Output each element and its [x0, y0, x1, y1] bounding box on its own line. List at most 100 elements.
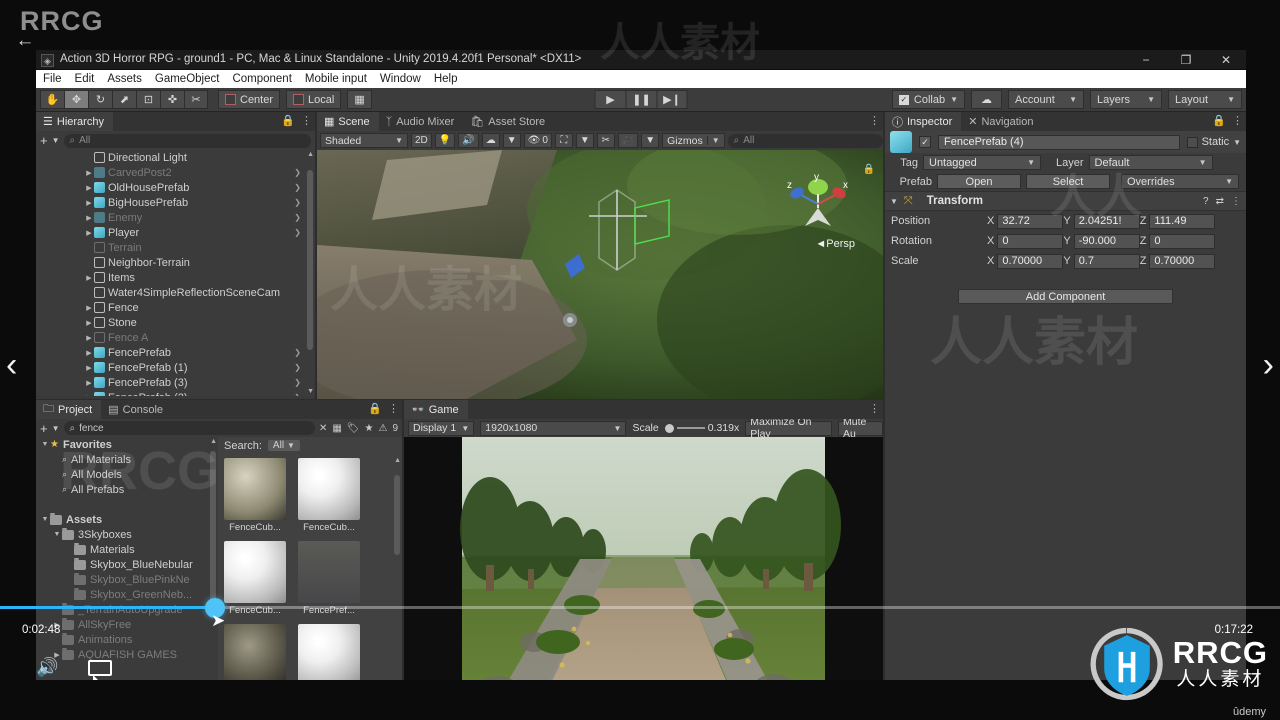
transform-scale-z[interactable]: 0.70000: [1149, 253, 1216, 269]
scroll-up-arrow-icon[interactable]: ▲: [210, 438, 217, 445]
project-tree-item[interactable]: Skybox_BluePinkNe: [36, 572, 218, 587]
menu-item-mobile-input[interactable]: Mobile input: [305, 73, 367, 85]
expand-arrow-icon[interactable]: ▶: [84, 319, 94, 327]
cloud-button[interactable]: ☁: [971, 90, 1002, 109]
create-asset-button[interactable]: +: [40, 421, 48, 436]
prefab-select-button[interactable]: Select: [1026, 174, 1110, 189]
menu-item-assets[interactable]: Assets: [107, 73, 142, 85]
grid-visibility-icon[interactable]: ⛶: [554, 133, 573, 148]
project-folder-tree[interactable]: ▲ ▼ ▼★Favorites⌕All Materials⌕All Models…: [36, 437, 218, 680]
tab-navigation[interactable]: ✕ Navigation: [961, 112, 1042, 131]
asset-item[interactable]: FenceCub...: [224, 541, 286, 616]
expand-arrow-icon[interactable]: ▼: [52, 531, 62, 538]
scene-view-gizmo[interactable]: y z x: [783, 168, 853, 238]
asset-thumbnails[interactable]: FenceCub... FenceCub... FenceCub... FencePr…: [218, 454, 402, 680]
hierarchy-item[interactable]: ▶ FencePrefab ❯: [36, 345, 315, 360]
prefab-open-chevron-icon[interactable]: ❯: [294, 393, 301, 396]
close-button[interactable]: ✕: [1206, 50, 1246, 70]
speaker-icon[interactable]: 🔊: [36, 657, 58, 678]
asset-item[interactable]: [298, 624, 360, 680]
tab-console[interactable]: ▤ Console: [101, 400, 172, 419]
expand-arrow-icon[interactable]: ▼: [40, 441, 50, 448]
account-button[interactable]: Account ▼: [1008, 90, 1084, 109]
prefab-open-chevron-icon[interactable]: ❯: [294, 168, 301, 177]
expand-arrow-icon[interactable]: ▶: [84, 304, 94, 312]
transform-scale-x[interactable]: 0.70000: [997, 253, 1064, 269]
project-tree-item[interactable]: ⌕ All Prefabs: [36, 482, 218, 497]
maximize-button[interactable]: ❐: [1166, 50, 1206, 70]
chevron-down-icon[interactable]: ▼: [641, 133, 660, 148]
project-tree-item[interactable]: ▼ Assets: [36, 512, 218, 527]
hierarchy-item[interactable]: Terrain: [36, 240, 315, 255]
project-asset-grid[interactable]: Search: All ▼ FenceCub... FenceCub... Fenc…: [218, 437, 402, 680]
type-filter-icon[interactable]: ▦: [332, 423, 341, 434]
hierarchy-item[interactable]: ▶ Player ❯: [36, 225, 315, 240]
pause-button[interactable]: ❚❚: [625, 90, 657, 109]
scale-slider[interactable]: 0.319x: [664, 422, 739, 434]
expand-arrow-icon[interactable]: ▶: [84, 184, 94, 192]
resolution-dropdown[interactable]: 1920x1080 ▼: [480, 420, 627, 436]
minimize-button[interactable]: −: [1126, 50, 1166, 70]
transform-position-y[interactable]: 2.04251!: [1073, 213, 1140, 229]
expand-arrow-icon[interactable]: ▶: [84, 379, 94, 387]
chevron-down-icon[interactable]: ▼: [52, 424, 60, 433]
transform-scale-y[interactable]: 0.7: [1073, 253, 1140, 269]
fx-icon[interactable]: ☁: [481, 133, 500, 148]
project-tree-item[interactable]: Animations: [36, 632, 218, 647]
menu-item-edit[interactable]: Edit: [75, 73, 95, 85]
hierarchy-item[interactable]: ▶ Fence A: [36, 330, 315, 345]
project-tree-item[interactable]: ▼ 3Skyboxes: [36, 527, 218, 542]
expand-arrow-icon[interactable]: ▶: [84, 274, 94, 282]
expand-arrow-icon[interactable]: ▶: [84, 394, 94, 397]
scale-tool-icon[interactable]: ⬈: [112, 90, 136, 109]
project-tree-scrollbar[interactable]: [210, 451, 216, 611]
lock-icon[interactable]: 🔒: [368, 402, 382, 415]
menu-item-file[interactable]: File: [43, 73, 62, 85]
kebab-icon[interactable]: ⋮: [301, 114, 312, 127]
asset-item[interactable]: FenceCub...: [298, 458, 360, 533]
prefab-open-button[interactable]: Open: [937, 174, 1021, 189]
project-tree-item[interactable]: ▼ ★ Favorites: [36, 437, 218, 452]
kebab-icon[interactable]: ⋮: [388, 402, 399, 415]
lock-icon[interactable]: 🔒: [1212, 114, 1226, 127]
hierarchy-item[interactable]: ▶ FencePrefab (3) ❯: [36, 375, 315, 390]
transform-rotation-z[interactable]: 0: [1149, 233, 1216, 249]
expand-arrow-icon[interactable]: ▶: [84, 229, 94, 237]
asset-grid-scrollbar[interactable]: [394, 475, 400, 555]
chevron-down-icon[interactable]: ▼: [52, 136, 60, 145]
grid-snap-button[interactable]: ▦: [347, 90, 372, 109]
project-tree-item[interactable]: _TerrainAutoUpgrade: [36, 602, 218, 617]
hierarchy-item[interactable]: ▶ Fence: [36, 300, 315, 315]
project-tree-item[interactable]: ▶ AQUAFISH GAMES: [36, 647, 218, 662]
pivot-mode-button[interactable]: Center: [218, 90, 281, 109]
hierarchy-item[interactable]: Water4SimpleReflectionSceneCam: [36, 285, 315, 300]
bulb-icon[interactable]: 💡: [434, 133, 456, 148]
game-viewport[interactable]: 10 30: [404, 437, 883, 680]
asset-item[interactable]: FenceCub...: [224, 458, 286, 533]
prefab-open-chevron-icon[interactable]: ❯: [294, 348, 301, 357]
hierarchy-item[interactable]: ▶ Items: [36, 270, 315, 285]
lock-icon[interactable]: 🔒: [281, 114, 295, 127]
menu-item-component[interactable]: Component: [232, 73, 291, 85]
hierarchy-item[interactable]: ▶ CarvedPost2 ❯: [36, 165, 315, 180]
prefab-open-chevron-icon[interactable]: ❯: [294, 378, 301, 387]
hierarchy-item[interactable]: ▶ FencePrefab (1) ❯: [36, 360, 315, 375]
play-button[interactable]: ▶: [594, 90, 626, 109]
transform-position-x[interactable]: 32.72: [997, 213, 1064, 229]
hierarchy-item[interactable]: Directional Light: [36, 150, 315, 165]
star-icon[interactable]: ★: [365, 423, 374, 434]
transform-position-z[interactable]: 111.49: [1149, 213, 1216, 229]
menu-item-help[interactable]: Help: [434, 73, 458, 85]
asset-item[interactable]: [224, 624, 286, 680]
clear-icon[interactable]: ✕: [319, 423, 327, 434]
captions-icon[interactable]: [88, 660, 112, 680]
layer-dropdown[interactable]: Default ▼: [1088, 155, 1213, 170]
back-arrow-icon[interactable]: ←: [12, 30, 38, 52]
hierarchy-item[interactable]: Neighbor-Terrain: [36, 255, 315, 270]
add-object-button[interactable]: +: [40, 133, 48, 148]
static-toggle[interactable]: Static ▼: [1186, 136, 1241, 148]
rotate-tool-icon[interactable]: ↻: [88, 90, 112, 109]
video-progress-track[interactable]: [0, 598, 1280, 618]
kebab-icon[interactable]: ⋮: [1232, 114, 1243, 127]
asset-item[interactable]: FencePref...: [298, 541, 360, 616]
